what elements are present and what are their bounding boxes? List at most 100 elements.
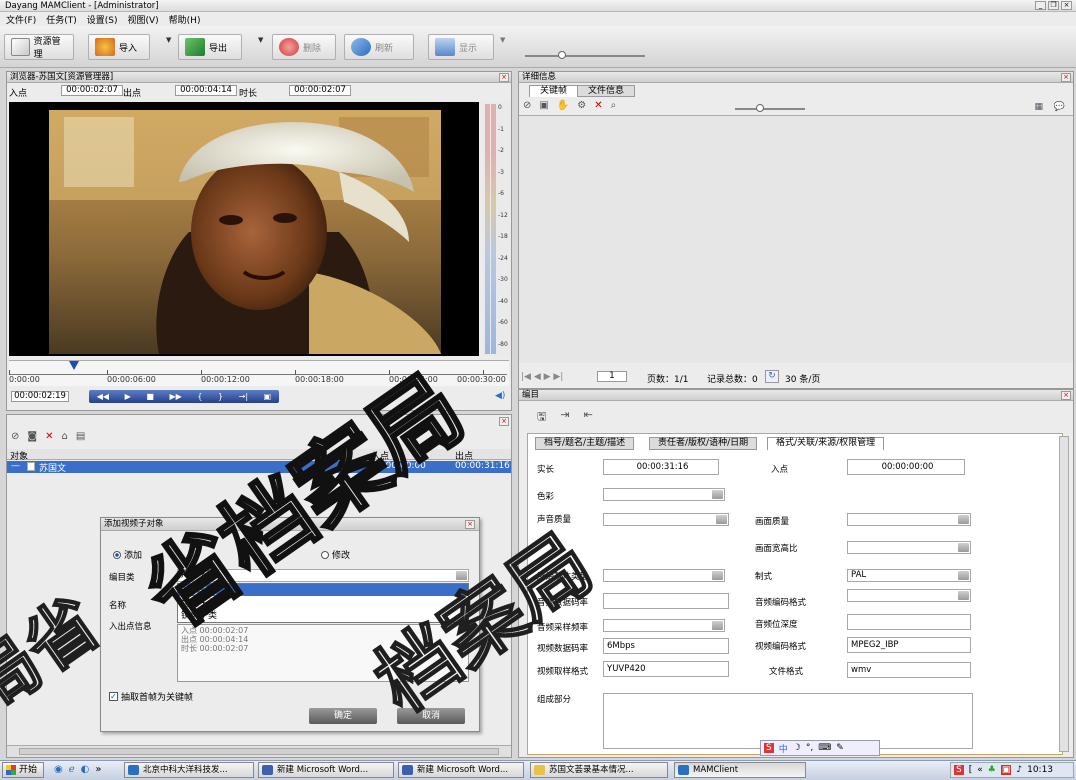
settings-icon[interactable]: ⚙ [577, 100, 586, 111]
objects-scrollbar[interactable] [7, 745, 511, 757]
dialog-close-icon[interactable]: × [465, 520, 475, 529]
ime-dot-icon[interactable]: °, [806, 743, 813, 753]
volume-icon[interactable]: ◀) [495, 391, 505, 401]
export-meta-icon[interactable]: ⇤ [584, 408, 593, 427]
comment-icon[interactable]: 💬 [1054, 102, 1065, 112]
zoom-icon[interactable]: ⌕ [611, 100, 617, 111]
video-quality-select[interactable] [847, 513, 971, 526]
chevron-down-icon[interactable] [716, 515, 727, 524]
ffmt-field[interactable]: wmv [847, 662, 971, 678]
display-button[interactable]: 显示 [428, 34, 494, 60]
hand-icon[interactable]: ✋ [557, 100, 569, 111]
import-meta-icon[interactable]: ⇥ [560, 408, 569, 427]
video-viewer[interactable] [9, 102, 479, 356]
standard-select[interactable]: PAL [847, 569, 971, 582]
radio-modify[interactable]: 修改 [321, 548, 350, 561]
menu-help[interactable]: 帮助(H) [169, 13, 201, 26]
display-dropdown-icon[interactable]: ▼ [500, 36, 505, 44]
pager-nav-icons[interactable]: |◀ ◀ ▶ ▶| [521, 372, 563, 382]
ime-chinese-icon[interactable]: 中 [779, 742, 788, 755]
delete-button[interactable]: 删除 [272, 34, 336, 60]
remove-icon[interactable]: ✕ [45, 431, 53, 442]
ime-moon-icon[interactable]: ☽ [793, 743, 801, 753]
minimize-icon[interactable]: _ [1035, 1, 1046, 10]
out-timecode[interactable]: 00:00:04:14 [175, 85, 237, 96]
tray-expand-icon[interactable]: « [977, 765, 983, 775]
import-dropdown-icon[interactable]: ▼ [166, 36, 171, 44]
browser-close-icon[interactable]: × [499, 73, 509, 82]
chevron-down-icon[interactable] [958, 543, 969, 552]
detail-close-icon[interactable]: × [1061, 73, 1071, 82]
resource-manager-button[interactable]: 资源管理 [4, 34, 74, 60]
cancel-button[interactable]: 取消 [397, 708, 465, 724]
length-field[interactable]: 00:00:31:16 [603, 459, 719, 475]
view-icon[interactable]: ◙ [27, 431, 37, 442]
aspect-select[interactable] [847, 541, 971, 554]
stop-icon[interactable]: ■ [146, 390, 154, 403]
keyframe-checkbox[interactable]: ✓ 抽取首帧为关键帧 [109, 690, 193, 703]
option-fragment[interactable]: 片段子类 [178, 584, 468, 597]
thumb-size-track[interactable] [735, 108, 805, 110]
restore-icon[interactable]: ❐ [1048, 1, 1059, 10]
abr-field[interactable] [603, 593, 729, 609]
import-button[interactable]: 导入 [88, 34, 150, 60]
vcodec-field[interactable]: MPEG2_IBP [847, 637, 971, 653]
mark-out-icon[interactable]: } [218, 390, 223, 403]
timeline-ruler[interactable]: 0:00:00 00:00:06:00 00:00:12:00 00:00:18:00… [9, 360, 509, 386]
quicklaunch-desktop-icon[interactable]: ◉ [54, 764, 63, 775]
radio-add[interactable]: 添加 [113, 548, 142, 561]
page-input[interactable]: 1 [597, 371, 627, 382]
menu-settings[interactable]: 设置(S) [87, 13, 118, 26]
forward-icon[interactable]: ▶▶ [170, 390, 182, 403]
tab-keyframe[interactable]: 关键帧 [529, 85, 579, 97]
option-shot[interactable]: 镜头子类 [178, 608, 468, 621]
catalog-close-icon[interactable]: × [1061, 391, 1071, 400]
ie-icon[interactable]: ℯ [69, 764, 75, 775]
start-button[interactable]: 开始 [2, 762, 45, 778]
in-point-field[interactable]: 00:00:00:00 [847, 459, 965, 475]
task-word-2[interactable]: 新建 Microsoft Word... [398, 762, 524, 778]
chevron-down-icon[interactable] [712, 621, 723, 630]
quicklaunch-misc-icon[interactable]: ◐ [81, 764, 90, 775]
remove-icon[interactable]: ✕ [594, 100, 602, 111]
ime-toolbar[interactable]: S 中 ☽ °, ⌨ ✎ [760, 740, 880, 756]
go-icon[interactable]: ↻ [765, 370, 779, 383]
tray-volume-icon[interactable]: ♪ [1016, 765, 1022, 775]
audio-quality-select[interactable] [603, 513, 729, 526]
ime-tool-icon[interactable]: ✎ [836, 743, 844, 753]
tray-network-icon[interactable]: ♣ [988, 765, 996, 775]
catalog-scrollbar[interactable] [1059, 436, 1069, 752]
catalog-select[interactable]: 片段子类 [177, 569, 469, 582]
tab-catalog-basic[interactable]: 档号/题名/主题/描述 [535, 437, 635, 450]
more-icon[interactable]: » [95, 764, 101, 775]
task-mamclient[interactable]: MAMClient [674, 762, 806, 778]
frame-icon[interactable]: ▣ [539, 100, 548, 111]
zoom-slider-track[interactable] [525, 55, 645, 57]
current-timecode[interactable]: 00:00:02:19 [11, 391, 69, 402]
table-row[interactable]: — 苏国文 00:00:00:00 00:00:31:16 [7, 461, 511, 474]
in-timecode[interactable]: 00:00:02:07 [61, 85, 123, 96]
chevron-down-icon[interactable] [958, 515, 969, 524]
chevron-down-icon[interactable] [958, 571, 969, 580]
link-icon[interactable]: ⊘ [11, 431, 19, 442]
export-dropdown-icon[interactable]: ▼ [258, 36, 263, 44]
color-select[interactable] [603, 488, 725, 501]
play-icon[interactable]: ▶ [125, 390, 131, 403]
task-word-1[interactable]: 新建 Microsoft Word... [258, 762, 394, 778]
vbr-field[interactable]: 6Mbps [603, 638, 729, 654]
mark-in-icon[interactable]: { [197, 390, 202, 403]
task-folder[interactable]: 苏国文荟录基本情况... [530, 762, 668, 778]
scroll-thumb[interactable] [19, 748, 499, 755]
menu-file[interactable]: 文件(F) [6, 13, 36, 26]
export-button[interactable]: 导出 [178, 34, 242, 60]
ime-keyboard-icon[interactable]: ⌨ [818, 743, 831, 753]
playhead-marker-icon[interactable] [69, 361, 79, 370]
inout-textarea[interactable]: 入点 00:00:02:07 出点 00:00:04:14 时长 00:00:0… [177, 624, 469, 682]
ok-button[interactable]: 确定 [309, 708, 377, 724]
tab-fileinfo[interactable]: 文件信息 [577, 85, 636, 97]
zoom-slider-knob[interactable] [558, 51, 566, 59]
asr-select[interactable] [603, 619, 725, 632]
refresh-button[interactable]: 刷新 [344, 34, 414, 60]
thumb-size-knob[interactable] [756, 104, 764, 112]
vsample-field[interactable]: YUVP420 [603, 661, 729, 677]
